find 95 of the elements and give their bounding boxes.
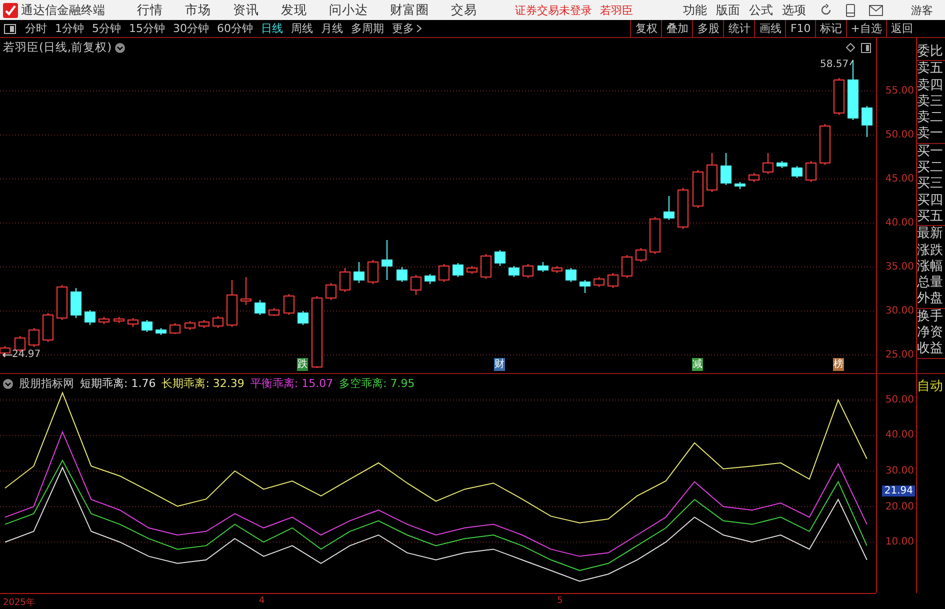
period-tab[interactable]: 60分钟 <box>213 20 257 37</box>
quote-field-label: 最新 <box>917 226 944 243</box>
mail-icon[interactable] <box>869 4 883 16</box>
quote-field-label: 买五 <box>917 208 944 226</box>
toolbar-button[interactable]: +自选 <box>846 20 886 37</box>
menu-item[interactable]: 交易 <box>451 2 477 18</box>
quote-field-label: 外盘 <box>917 291 944 308</box>
user-name[interactable]: 游客 <box>911 2 933 18</box>
period-tab[interactable]: 30分钟 <box>169 20 213 37</box>
logo-icon <box>3 2 18 18</box>
period-tab[interactable]: 分时 <box>21 20 51 37</box>
menu-item[interactable]: 选项 <box>782 2 806 18</box>
account-name: 若羽臣 <box>600 2 633 18</box>
period-tab[interactable]: 多周期 <box>347 20 388 37</box>
quote-field-label: 买四 <box>917 192 944 209</box>
quote-field-label: 买二 <box>917 160 944 176</box>
menu-item[interactable]: 功能 <box>683 2 707 18</box>
period-tab[interactable]: 月线 <box>317 20 347 37</box>
menu-item[interactable]: 资讯 <box>233 2 259 18</box>
menu-item[interactable]: 行情 <box>137 2 163 18</box>
event-tag[interactable]: 财 <box>494 358 505 371</box>
menu-item[interactable]: 版面 <box>716 2 740 18</box>
price-axis-label: 55.00 <box>885 86 914 96</box>
toolbar-button[interactable]: 叠加 <box>661 20 692 37</box>
toolbar-button[interactable]: 标记 <box>814 20 846 37</box>
indicator-readout: 平衡乖离: 15.07 <box>250 376 334 391</box>
period-tab[interactable]: 日线 <box>257 20 287 37</box>
price-axis-label: 35.00 <box>885 262 914 272</box>
toolbar-button[interactable]: 返回 <box>886 20 917 37</box>
event-tag[interactable]: 减 <box>692 358 703 371</box>
period-tab[interactable]: 5分钟 <box>88 20 125 37</box>
quote-field-label: 卖三 <box>917 94 944 110</box>
quote-field-label: 委比 <box>917 44 944 60</box>
price-axis-label: 45.00 <box>885 174 914 184</box>
diamond-icon[interactable] <box>846 43 855 52</box>
menu-item[interactable]: 市场 <box>185 2 211 18</box>
event-tag[interactable]: 榜 <box>833 358 844 371</box>
chevron-icon[interactable] <box>114 42 125 52</box>
indicator-readout: 短期乖离: 1.76 <box>80 376 156 391</box>
low-price-label: 24.97 <box>12 349 41 360</box>
quote-field-label: 净资 <box>917 325 944 342</box>
login-status[interactable]: 证券交易未登录 <box>515 2 592 18</box>
leader-line <box>850 60 854 66</box>
panel-icon[interactable] <box>861 43 871 53</box>
date-axis-label: 5 <box>557 596 563 606</box>
chart-title: 若羽臣(日线,前复权) <box>3 40 112 55</box>
indicator-axis-label: 40.00 <box>885 430 914 441</box>
toolbar-button[interactable]: 统计 <box>723 20 754 37</box>
date-axis-label: 4 <box>259 596 265 606</box>
indicator-axis-label: 50.00 <box>885 394 914 406</box>
price-axis-label: 25.00 <box>885 350 914 360</box>
toolbar-button[interactable]: F10 <box>785 20 815 37</box>
toolbar-button[interactable]: 画线 <box>754 20 786 37</box>
mode-label[interactable]: 自动 <box>917 379 943 394</box>
date-axis-label: 2025年 <box>3 596 35 609</box>
refresh-icon[interactable] <box>820 4 832 16</box>
quote-field-label: 换手 <box>917 308 944 326</box>
period-tab[interactable]: 15分钟 <box>125 20 169 37</box>
period-tab[interactable]: 更多 <box>388 20 426 37</box>
toolbar-button[interactable]: 多股 <box>692 20 724 37</box>
price-axis-label: 40.00 <box>885 218 914 228</box>
menu-item[interactable]: 发现 <box>281 2 307 18</box>
indicator-axis-label: 20.00 <box>885 501 914 512</box>
quote-field-label: 涨幅 <box>917 258 944 276</box>
indicator-name: 股朋指标网 <box>19 376 74 391</box>
phone-icon[interactable] <box>846 4 855 16</box>
event-tag[interactable]: 跌 <box>297 358 308 371</box>
arrow-icon <box>2 352 12 358</box>
chevron-icon <box>416 24 422 33</box>
quote-field-label: 卖一 <box>917 126 944 143</box>
indicator-axis-label: 30.00 <box>885 466 914 477</box>
panel-toggle-icon[interactable] <box>4 24 16 34</box>
chevron-icon[interactable] <box>3 378 13 388</box>
quote-field-label: 总量 <box>917 275 944 292</box>
high-price-label: 58.57 <box>820 59 849 70</box>
quote-field-label: 买三 <box>917 176 944 193</box>
indicator-axis-label: 10.00 <box>885 536 914 548</box>
indicator-readout: 多空乖离: 7.95 <box>339 376 415 391</box>
price-axis-label: 30.00 <box>885 306 914 316</box>
quote-field-label: 收益 <box>917 341 944 358</box>
quote-field-label: 卖五 <box>917 61 944 78</box>
menu-item[interactable]: 问小达 <box>329 2 368 18</box>
indicator-readout: 长期乖离: 32.39 <box>162 376 244 391</box>
menu-item[interactable]: 公式 <box>749 2 773 18</box>
period-tab[interactable]: 周线 <box>287 20 317 37</box>
menu-item[interactable]: 财富圈 <box>390 2 429 18</box>
quote-field-label: 涨跌 <box>917 242 944 259</box>
toolbar-button[interactable]: 复权 <box>630 20 662 37</box>
period-tab[interactable]: 1分钟 <box>51 20 88 37</box>
price-axis-label: 50.00 <box>885 130 914 140</box>
quote-field-label: 卖二 <box>917 110 944 126</box>
current-value-label: 21.94 <box>882 486 915 496</box>
app-name: 通达信金融终端 <box>21 2 105 18</box>
quote-field-label: 卖四 <box>917 78 944 94</box>
quote-field-label: 买一 <box>917 144 944 160</box>
